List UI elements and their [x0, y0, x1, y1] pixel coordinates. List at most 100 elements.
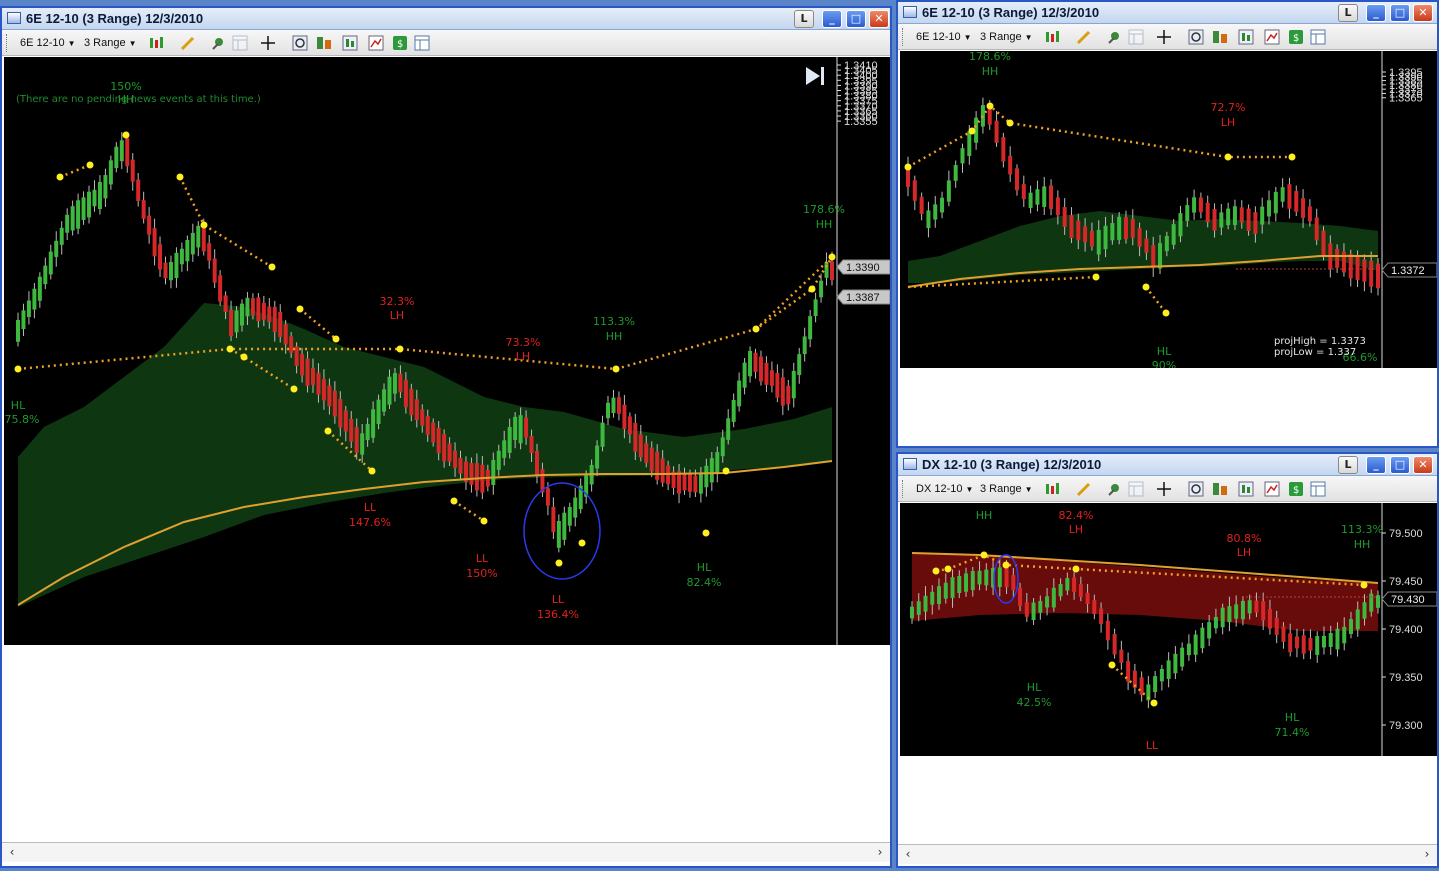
properties-icon[interactable] — [368, 35, 384, 51]
toolbar-grip[interactable] — [902, 28, 905, 46]
candle-body — [1021, 184, 1026, 200]
crosshair-icon[interactable] — [1156, 29, 1172, 45]
title-bar[interactable]: DX 12-10 (3 Range) 12/3/2010 L _ □ ✕ — [898, 454, 1437, 476]
chart-canvas: 1.34101.34051.34001.33951.33901.33851.33… — [5, 57, 890, 645]
swing-label: 178.6% — [803, 203, 845, 216]
candle-body — [1355, 256, 1360, 281]
maximize-button[interactable]: □ — [1390, 4, 1410, 22]
swing-label: 90% — [1152, 359, 1176, 368]
candle-body — [720, 437, 725, 457]
swing-label: LL — [476, 552, 489, 565]
scroll-right-icon[interactable]: › — [1419, 847, 1435, 863]
horizontal-scrollbar[interactable]: ‹ › — [898, 844, 1437, 864]
candle-body — [1001, 137, 1006, 162]
properties-icon[interactable] — [1264, 29, 1280, 45]
candle-body — [212, 258, 217, 283]
title-bar[interactable]: 6E 12-10 (3 Range) 12/3/2010 L _ □ ✕ — [898, 2, 1437, 24]
swing-label: HL — [1027, 681, 1042, 694]
period-selector[interactable]: 3 Range ▼ — [980, 483, 1033, 495]
dollar-icon[interactable]: $ — [1288, 481, 1304, 497]
chart-window-6e-main: 6E 12-10 (3 Range) 12/3/2010 L _ □ ✕ 6E … — [0, 6, 892, 868]
instrument-selector[interactable]: 6E 12-10 ▼ — [20, 37, 76, 49]
candle-body — [234, 310, 239, 333]
candlestick-icon[interactable] — [1044, 29, 1060, 45]
period-selector[interactable]: 3 Range ▼ — [84, 37, 137, 49]
candlestick-icon[interactable] — [1044, 481, 1060, 497]
title-bar[interactable]: 6E 12-10 (3 Range) 12/3/2010 L _ □ ✕ — [2, 8, 890, 30]
crosshair-icon[interactable] — [260, 35, 276, 51]
minimize-button[interactable]: _ — [1366, 456, 1386, 474]
close-button[interactable]: ✕ — [869, 10, 889, 28]
candle-body — [1220, 607, 1225, 628]
candle-body — [649, 447, 654, 472]
close-button[interactable]: ✕ — [1413, 4, 1433, 22]
maximize-button[interactable]: □ — [1390, 456, 1410, 474]
scroll-right-icon[interactable]: › — [872, 845, 888, 861]
go-to-end-icon[interactable] — [804, 65, 826, 87]
properties-icon[interactable] — [1264, 481, 1280, 497]
chart-toolbar: 6E 12-10 ▼ 3 Range ▼ $ — [2, 30, 890, 56]
candle-body — [813, 299, 818, 317]
minimize-button[interactable]: _ — [1366, 4, 1386, 22]
pencil-icon[interactable] — [1076, 29, 1092, 45]
instrument-selector[interactable]: 6E 12-10 ▼ — [916, 31, 972, 43]
candle-body — [1335, 248, 1340, 268]
dollar-icon[interactable]: $ — [1288, 29, 1304, 45]
lock-button[interactable]: L — [1338, 4, 1358, 22]
scroll-left-icon[interactable]: ‹ — [900, 847, 916, 863]
candle-body — [1234, 604, 1239, 619]
swing-point — [968, 127, 976, 135]
candle-body — [953, 165, 958, 181]
instrument-selector[interactable]: DX 12-10 ▼ — [916, 483, 973, 495]
maximize-button[interactable]: □ — [846, 10, 866, 28]
strategy-icon[interactable] — [1212, 29, 1228, 45]
data-box-icon[interactable] — [1310, 29, 1326, 45]
minimize-button[interactable]: _ — [822, 10, 842, 28]
swing-point — [240, 353, 248, 361]
lock-button[interactable]: L — [1338, 456, 1358, 474]
data-box-icon[interactable] — [1310, 481, 1326, 497]
candle-body — [802, 336, 807, 355]
data-box-icon[interactable] — [1128, 29, 1144, 45]
candle-body — [627, 416, 632, 435]
swing-point — [752, 325, 760, 333]
toolbar-grip[interactable] — [6, 34, 9, 52]
chart-window-6e-secondary: 6E 12-10 (3 Range) 12/3/2010 L _ □ ✕ 6E … — [896, 0, 1439, 448]
data-box-icon[interactable] — [232, 35, 248, 51]
candle-body — [644, 443, 649, 463]
candle-body — [1185, 205, 1190, 221]
pencil-icon[interactable] — [180, 35, 196, 51]
strategy-icon[interactable] — [1212, 481, 1228, 497]
toolbar-grip[interactable] — [902, 480, 905, 498]
dollar-icon[interactable]: $ — [392, 35, 408, 51]
price-chart[interactable]: (There are no pending news events at thi… — [4, 57, 890, 645]
data-box-icon[interactable] — [414, 35, 430, 51]
lock-button[interactable]: L — [794, 10, 814, 28]
period-selector[interactable]: 3 Range ▼ — [980, 31, 1033, 43]
pencil-icon[interactable] — [1076, 481, 1092, 497]
candlestick-icon[interactable] — [148, 35, 164, 51]
marker-icon[interactable] — [210, 35, 226, 51]
zoom-icon[interactable] — [292, 35, 308, 51]
marker-icon[interactable] — [1106, 481, 1122, 497]
candle-body — [414, 399, 419, 421]
close-button[interactable]: ✕ — [1413, 456, 1433, 474]
candle-body — [638, 434, 643, 458]
zoom-icon[interactable] — [1188, 481, 1204, 497]
data-box-icon[interactable] — [1128, 481, 1144, 497]
marker-icon[interactable] — [1106, 29, 1122, 45]
indicator-icon[interactable] — [342, 35, 358, 51]
price-chart[interactable]: 79.500 79.450 79.400 79.350 79.300 79.430 HH 82… — [900, 503, 1437, 756]
strategy-icon[interactable] — [316, 35, 332, 51]
indicator-icon[interactable] — [1238, 481, 1254, 497]
zoom-icon[interactable] — [1188, 29, 1204, 45]
candle-body — [502, 440, 507, 458]
price-chart[interactable]: 1.3395 1.3390 1.3385 1.3380 1.3375 1.3370 1.33… — [900, 51, 1437, 368]
candle-body — [551, 506, 556, 533]
indicator-icon[interactable] — [1238, 29, 1254, 45]
candle-body — [573, 497, 578, 518]
crosshair-icon[interactable] — [1156, 481, 1172, 497]
scroll-left-icon[interactable]: ‹ — [4, 845, 20, 861]
horizontal-scrollbar[interactable]: ‹ › — [2, 842, 890, 862]
candle-body — [1072, 577, 1077, 592]
